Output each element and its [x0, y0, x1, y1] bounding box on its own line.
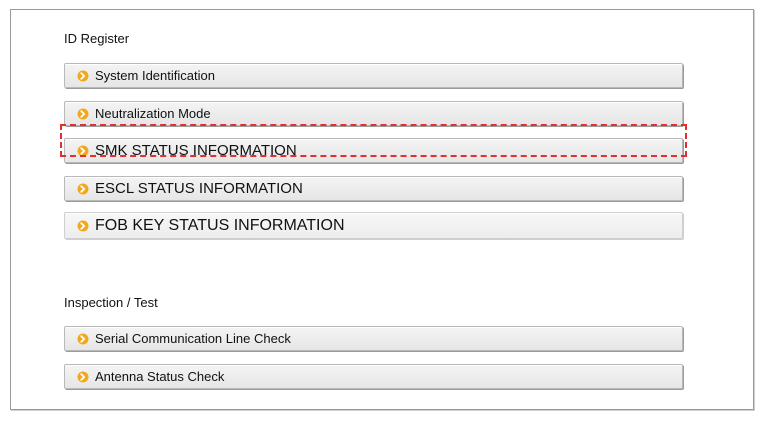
- arrow-right-circle-icon: [77, 108, 89, 119]
- arrow-right-circle-icon: [77, 145, 89, 156]
- system-identification-label: System Identification: [95, 68, 215, 83]
- smk-status-information-label: SMK STATUS INFORMATION: [95, 142, 297, 159]
- antenna-status-check-label: Antenna Status Check: [95, 369, 225, 384]
- serial-communication-line-check-label: Serial Communication Line Check: [95, 331, 291, 346]
- arrow-right-circle-icon: [77, 371, 89, 382]
- antenna-status-check-button[interactable]: Antenna Status Check: [64, 364, 683, 389]
- section-title-id-register: ID Register: [64, 31, 130, 46]
- escl-status-information-label: ESCL STATUS INFORMATION: [95, 180, 303, 197]
- fob-key-status-information-button[interactable]: FOB KEY STATUS INFORMATION: [64, 212, 683, 239]
- smk-status-information-button[interactable]: SMK STATUS INFORMATION: [64, 138, 683, 163]
- arrow-right-circle-icon: [77, 70, 89, 81]
- section-title-inspection-test: Inspection / Test: [64, 295, 158, 310]
- neutralization-mode-label: Neutralization Mode: [95, 106, 211, 121]
- system-identification-button[interactable]: System Identification: [64, 63, 683, 88]
- arrow-right-circle-icon: [77, 183, 89, 194]
- escl-status-information-button[interactable]: ESCL STATUS INFORMATION: [64, 176, 683, 201]
- arrow-right-circle-icon: [77, 333, 89, 344]
- fob-key-status-information-label: FOB KEY STATUS INFORMATION: [95, 216, 345, 234]
- neutralization-mode-button[interactable]: Neutralization Mode: [64, 101, 683, 126]
- serial-communication-line-check-button[interactable]: Serial Communication Line Check: [64, 326, 683, 351]
- arrow-right-circle-icon: [77, 220, 89, 231]
